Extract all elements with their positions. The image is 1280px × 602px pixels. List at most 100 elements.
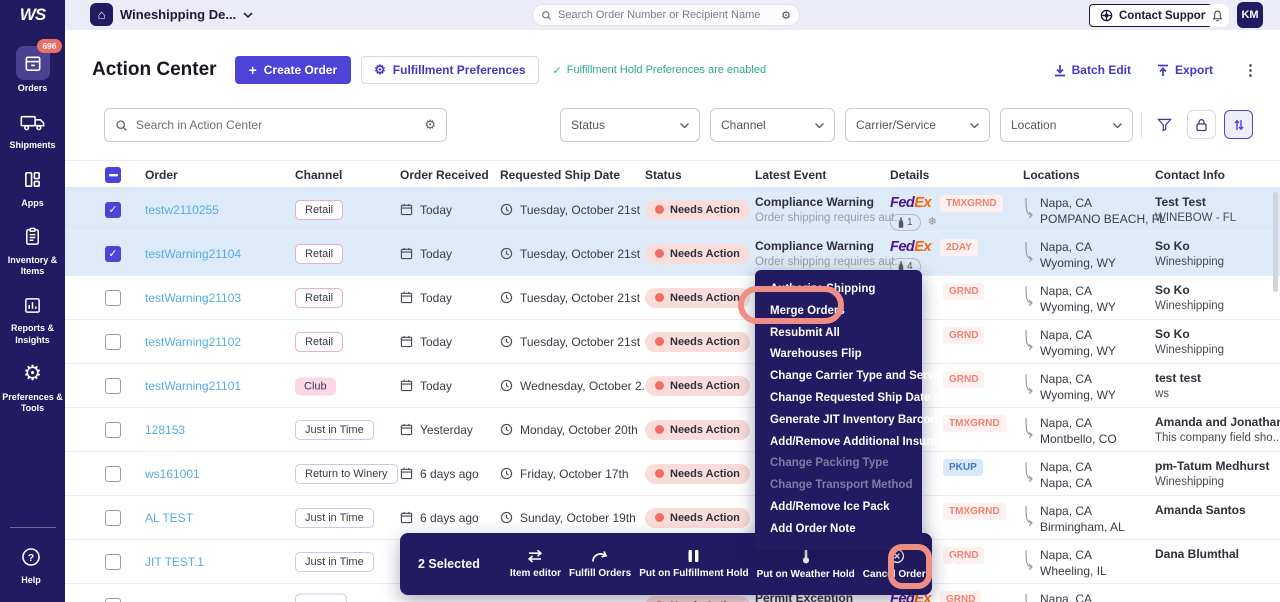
ship-date-value: Tuesday, October 21st (520, 203, 640, 217)
contact-support-button[interactable]: Contact Support (1089, 4, 1220, 27)
filter-channel[interactable]: Channel (710, 108, 835, 142)
global-search-input[interactable] (558, 9, 775, 21)
sidebar-item-help[interactable]: ?Help (0, 542, 62, 586)
menu-item-warehouses-flip[interactable]: Warehouses Flip (755, 344, 922, 366)
user-avatar[interactable]: KM (1237, 2, 1263, 28)
lock-columns-button[interactable] (1187, 110, 1216, 139)
order-link[interactable]: ws161001 (145, 467, 200, 481)
contact-subtitle: Wineshipping (1155, 255, 1224, 270)
status-dot-icon (655, 513, 664, 522)
calendar-icon (400, 335, 413, 348)
sidebar-item-apps[interactable]: Apps (2, 165, 64, 209)
bar-more-actions-button[interactable]: ⋮ (935, 550, 972, 578)
contact-name: Dana Blumthal (1155, 547, 1239, 563)
menu-item-generate-jit-inventory-barcodes[interactable]: Generate JIT Inventory Barcodes (755, 410, 922, 432)
row-checkbox[interactable]: ✓ (105, 246, 121, 262)
order-link[interactable]: testw2110255 (145, 203, 219, 217)
chart-icon (23, 296, 42, 315)
header-more-actions-button[interactable]: ⋮ (1239, 61, 1262, 79)
sidebar-item-reports-insights[interactable]: Reports & Insights (2, 290, 64, 346)
ship-date-value: Wednesday, October 2... (520, 379, 652, 393)
row-checkbox[interactable] (105, 466, 121, 482)
menu-item-change-transport-method: Change Transport Method (755, 475, 922, 497)
menu-item-merge-orders[interactable]: Merge Orders (755, 301, 922, 323)
service-chip: GRND (943, 327, 984, 344)
channel-cell: Retail (295, 332, 343, 352)
row-checkbox[interactable] (105, 422, 121, 438)
action-center-search-input[interactable] (136, 118, 416, 132)
select-all-checkbox[interactable] (105, 167, 121, 183)
order-received-value: 6 days ago (420, 511, 479, 525)
search-settings-icon[interactable]: ⚙ (424, 117, 436, 133)
check-icon: ✓ (553, 64, 562, 77)
row-checkbox[interactable] (105, 334, 121, 350)
service-chip: 2DAY (940, 239, 978, 256)
location-lines: Napa, CAWyoming, WY (1040, 240, 1116, 271)
menu-item-add-remove-ice-pack[interactable]: Add/Remove Ice Pack (755, 497, 922, 519)
sidebar: WS 696Orders Shipments Apps Inventory & Ite… (0, 0, 65, 602)
filter-status[interactable]: Status (560, 108, 700, 142)
row-checkbox[interactable] (105, 290, 121, 306)
redo-icon (591, 550, 609, 563)
menu-item-change-requested-ship-date[interactable]: Change Requested Ship Date (755, 388, 922, 410)
column-header-channel: Channel (295, 168, 342, 182)
bar-action-item-editor[interactable]: Item editor (506, 549, 565, 579)
bar-action-cancel-orders[interactable]: Cancel Orders (859, 548, 935, 580)
sidebar-item-inventory-items[interactable]: Inventory & Items (2, 222, 64, 278)
channel-chip: Retail (295, 288, 343, 308)
bar-action-put-on-weather-hold[interactable]: Put on Weather Hold (753, 548, 859, 580)
order-link[interactable]: JIT TEST.1 (145, 555, 204, 569)
search-settings-icon[interactable]: ⚙ (781, 9, 791, 22)
location-lines: Napa, CABirmingham, AL (1040, 504, 1125, 535)
filter-location[interactable]: Location (1000, 108, 1133, 142)
sort-button[interactable] (1224, 110, 1253, 139)
order-link[interactable]: testWarning21103 (145, 291, 241, 305)
bar-action-label: Put on Fulfillment Hold (639, 568, 748, 579)
location-lines: Napa, CAWheeling, IL (1040, 548, 1107, 579)
order-link[interactable]: testWarning21102 (145, 335, 241, 349)
menu-item-authorize-shipping[interactable]: Authorize Shipping (755, 279, 922, 301)
channel-cell: Retail (295, 200, 343, 220)
menu-item-add-remove-additional-insurance[interactable]: Add/Remove Additional Insurance (755, 432, 922, 454)
channel-chip: Return to Winery (295, 464, 398, 484)
row-checkbox[interactable] (105, 510, 121, 526)
workspace-name: Wineshipping De... (120, 7, 236, 22)
order-received-cell: Today (400, 291, 452, 305)
order-link[interactable]: testWarning21101 (145, 379, 241, 393)
create-order-button[interactable]: + Create Order (235, 56, 352, 84)
ship-date-cell: Wednesday, October 2... (500, 379, 652, 393)
row-checkbox[interactable] (105, 378, 121, 394)
filter-funnel-button[interactable] (1150, 110, 1179, 139)
gear-icon: ⚙ (374, 62, 386, 78)
menu-item-add-order-note[interactable]: Add Order Note (755, 519, 922, 541)
menu-item-change-carrier-type-and-service[interactable]: Change Carrier Type and Service (755, 366, 922, 388)
sidebar-item-shipments[interactable]: Shipments (2, 107, 64, 151)
fulfillment-preferences-button[interactable]: ⚙ Fulfillment Preferences (361, 56, 538, 84)
menu-item-resubmit-all[interactable]: Resubmit All (755, 323, 922, 345)
order-link[interactable]: AL TEST (145, 511, 193, 525)
event-title: Compliance Warning (755, 195, 904, 211)
row-checkbox[interactable]: ✓ (105, 202, 121, 218)
bar-action-fulfill-orders[interactable]: Fulfill Orders (565, 550, 635, 579)
fulfillment-hold-notice-label: Fulfillment Hold Preferences are enabled (567, 64, 766, 76)
app-logo: WS (0, 0, 65, 30)
route-arrow-icon (1023, 240, 1033, 271)
notifications-button[interactable] (1206, 4, 1229, 27)
order-link[interactable]: testWarning21104 (145, 247, 241, 261)
batch-edit-button[interactable]: Batch Edit (1054, 63, 1131, 77)
workspace-selector[interactable]: ⌂ Wineshipping De... (90, 3, 253, 26)
filter-carrier-service[interactable]: Carrier/Service (845, 108, 990, 142)
row-checkbox[interactable] (105, 598, 121, 602)
order-received-cell: Yesterday (400, 423, 473, 437)
sidebar-item-preferences-tools[interactable]: ⚙Preferences & Tools (2, 359, 64, 415)
contact-support-label: Contact Support (1119, 10, 1209, 22)
order-link[interactable]: 128153 (145, 423, 185, 437)
sidebar-item-orders[interactable]: 696Orders (2, 46, 64, 94)
table-scrollbar[interactable] (1273, 192, 1278, 292)
bar-action-put-on-fulfillment-hold[interactable]: Put on Fulfillment Hold (635, 549, 752, 579)
status-badge: Needs Action (645, 244, 750, 264)
status-label: Needs Action (670, 468, 740, 480)
bell-icon (1211, 9, 1224, 23)
row-checkbox[interactable] (105, 554, 121, 570)
export-button[interactable]: Export (1157, 63, 1213, 77)
